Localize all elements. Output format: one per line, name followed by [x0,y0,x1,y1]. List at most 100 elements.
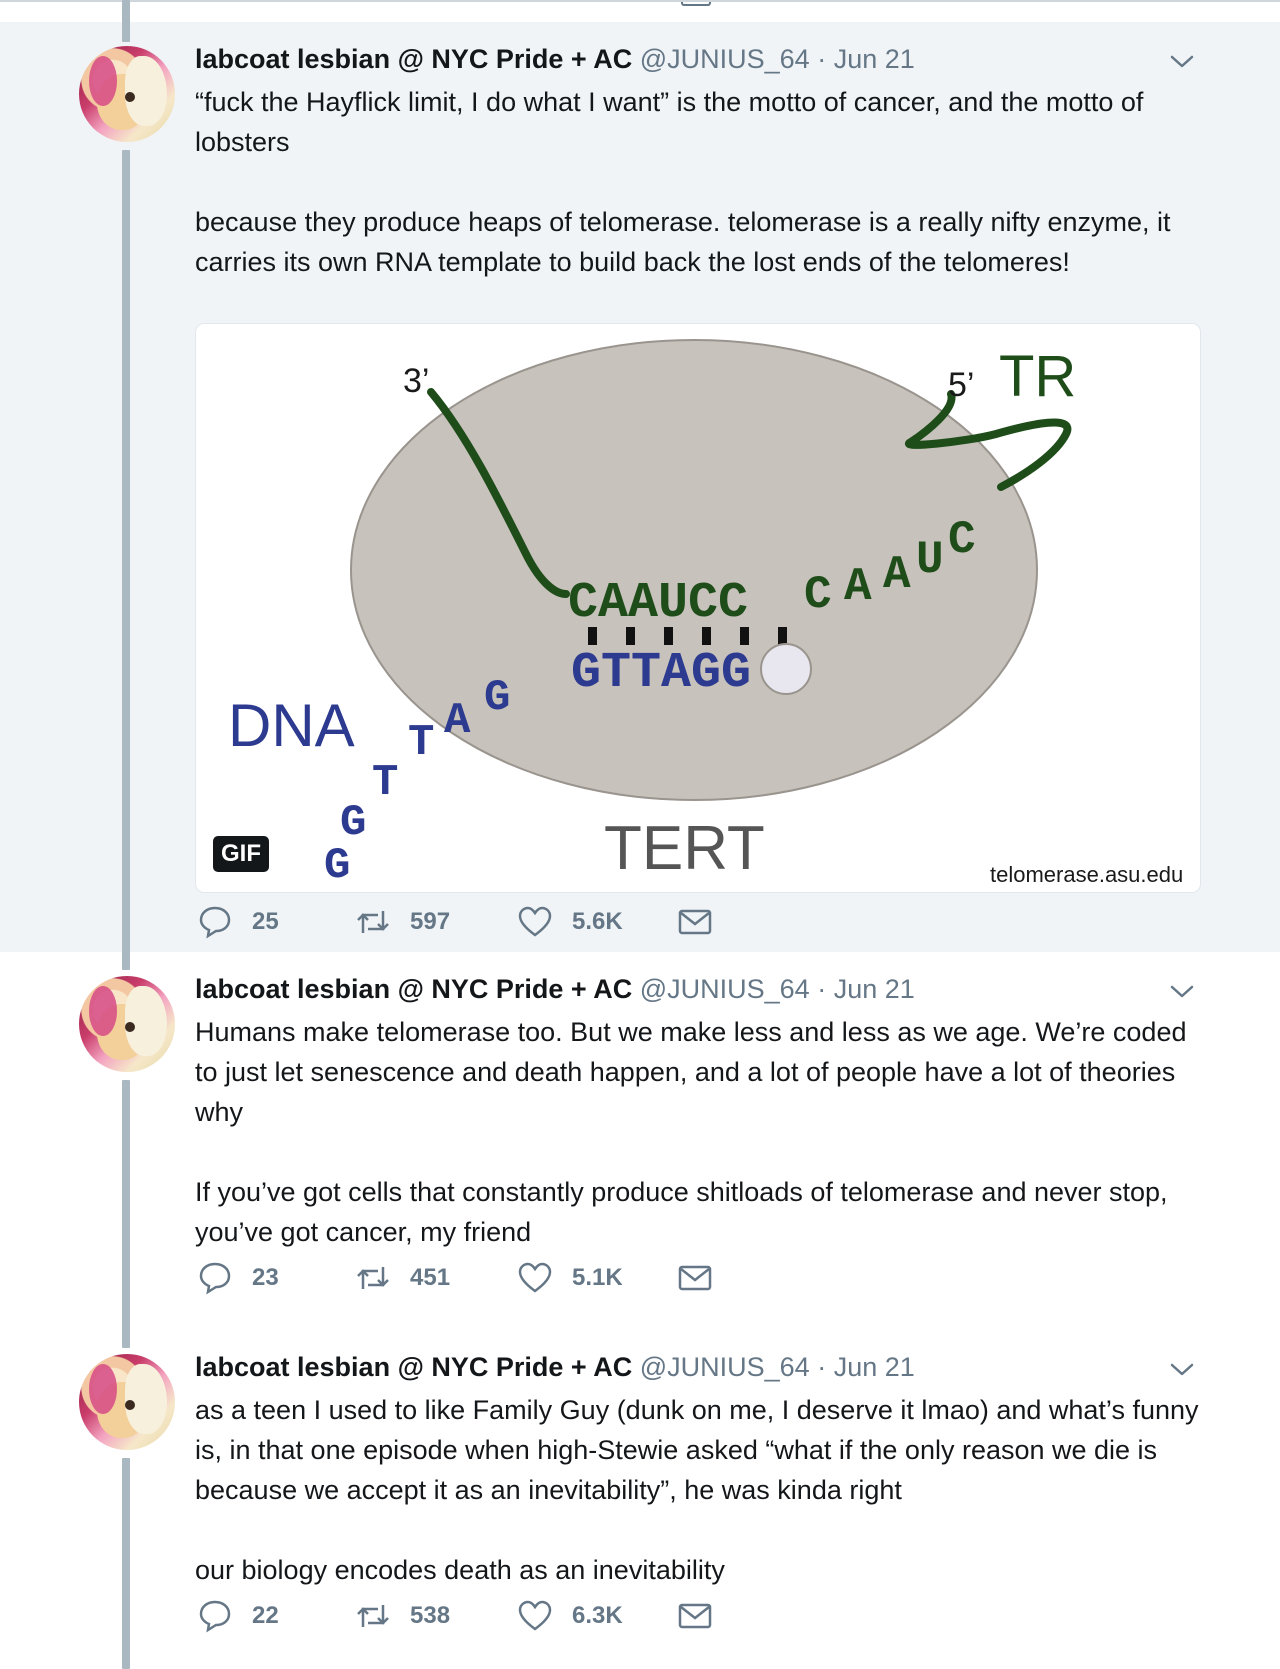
reply-count: 23 [252,1264,279,1291]
avatar[interactable] [79,1354,175,1450]
display-name[interactable]: labcoat lesbian @ NYC Pride + AC [195,44,632,74]
timestamp[interactable]: Jun 21 [834,974,915,1004]
reply-count: 22 [252,1602,279,1629]
rna-tail-letter: C [804,569,832,621]
heart-icon [518,1600,552,1631]
five-prime-label: 5’ [948,366,974,404]
tweet-paragraph: as a teen I used to like Family Guy (dun… [195,1395,1199,1505]
dm-button[interactable] [678,1258,712,1298]
thread-line [122,1080,130,1348]
tweet-actions: 25 597 5.6K [198,902,718,942]
tweet-paragraph: “fuck the Hayflick limit, I do what I wa… [195,87,1144,157]
image-credit: telomerase.asu.edu [990,862,1184,887]
dm-icon-fragment [681,2,711,6]
timestamp[interactable]: Jun 21 [834,44,915,74]
avatar-eye [125,92,135,102]
new-nucleotide-circle [760,643,812,695]
retweet-button[interactable]: 597 [356,902,450,942]
reply-icon [199,906,231,939]
separator-dot: · [817,1352,827,1382]
timestamp[interactable]: Jun 21 [834,1352,915,1382]
heart-icon [518,906,552,937]
tweet-header: labcoat lesbian @ NYC Pride + AC @JUNIUS… [195,44,915,78]
dna-tail-letter: G [484,673,510,723]
tweet-actions: 23 451 5.1K [198,1258,718,1298]
dna-label: DNA [228,692,355,759]
tweet-2[interactable]: labcoat lesbian @ NYC Pride + AC @JUNIUS… [0,952,1280,1330]
tweet-header: labcoat lesbian @ NYC Pride + AC @JUNIUS… [195,974,915,1008]
display-name[interactable]: labcoat lesbian @ NYC Pride + AC [195,974,632,1004]
avatar-hair-white [125,56,167,126]
retweet-button[interactable]: 451 [356,1258,450,1298]
like-button[interactable]: 6.3K [518,1596,623,1636]
dna-tail-letter: G [324,841,350,891]
tweet-3[interactable]: labcoat lesbian @ NYC Pride + AC @JUNIUS… [0,1330,1280,1669]
username[interactable]: @JUNIUS_64 [640,44,810,74]
avatar-hair-white [125,1364,167,1434]
tert-label: TERT [604,814,765,883]
tr-label: TR [999,344,1076,409]
retweet-icon [357,911,389,933]
retweet-button[interactable]: 538 [356,1596,450,1636]
dna-tail-letter: A [444,696,471,746]
separator-dot: · [817,974,827,1004]
gif-badge: GIF [213,836,269,872]
envelope-icon [678,1265,712,1291]
like-count: 5.1K [572,1264,623,1291]
tweet-paragraph: because they produce heaps of telomerase… [195,207,1171,277]
reply-count: 25 [252,908,279,935]
three-prime-label: 3’ [403,362,429,400]
gif-media[interactable]: 3’ 5’ TR CAAUCC C A A U C GTTAGG G G T T… [196,324,1200,892]
reply-button[interactable]: 23 [198,1258,279,1298]
avatar[interactable] [79,976,175,1072]
display-name[interactable]: labcoat lesbian @ NYC Pride + AC [195,1352,632,1382]
tweet-paragraph: If you’ve got cells that constantly prod… [195,1177,1168,1247]
tweet-header: labcoat lesbian @ NYC Pride + AC @JUNIUS… [195,1352,915,1386]
chevron-down-icon[interactable] [1170,50,1194,74]
dna-paired-text: GTTAGG [571,645,751,702]
like-button[interactable]: 5.6K [518,902,623,942]
rna-tail-letter: A [883,549,911,601]
reply-icon [199,1262,231,1295]
rna-tail-letter: C [948,514,976,566]
like-count: 6.3K [572,1602,623,1629]
reply-icon [199,1600,231,1633]
like-button[interactable]: 5.1K [518,1258,623,1298]
thread-line [122,150,130,970]
avatar-hair-pink [89,56,117,106]
tweet-text: “fuck the Hayflick limit, I do what I wa… [195,82,1205,282]
tweet-paragraph: Humans make telomerase too. But we make … [195,1017,1187,1127]
telomerase-diagram: 3’ 5’ TR CAAUCC C A A U C GTTAGG G G T T… [228,339,1076,891]
heart-icon [518,1262,552,1293]
tweet-text: Humans make telomerase too. But we make … [195,1012,1205,1252]
retweet-icon [357,1605,389,1627]
rna-tail-letter: U [916,534,944,586]
chevron-down-icon[interactable] [1170,980,1194,1004]
tweet-actions: 22 538 6.3K [198,1596,718,1636]
chevron-down-icon[interactable] [1170,1358,1194,1382]
thread-line [122,0,130,42]
like-count: 5.6K [572,908,623,935]
retweet-count: 597 [410,908,451,935]
avatar[interactable] [79,46,175,142]
reply-button[interactable]: 25 [198,902,279,942]
retweet-icon [357,1267,389,1289]
username[interactable]: @JUNIUS_64 [640,974,810,1004]
retweet-count: 451 [410,1264,451,1291]
dm-button[interactable] [678,1596,712,1636]
avatar-hair-pink [89,986,117,1036]
rna-template-text: CAAUCC [568,575,748,632]
avatar-hair-white [125,986,167,1056]
previous-tweet-fragment [0,2,1280,22]
reply-button[interactable]: 22 [198,1596,279,1636]
envelope-icon [678,1603,712,1629]
rna-tail-letter: A [844,561,872,613]
avatar-eye [125,1022,135,1032]
tweet-1[interactable]: labcoat lesbian @ NYC Pride + AC @JUNIUS… [0,22,1280,952]
separator-dot: · [817,44,827,74]
username[interactable]: @JUNIUS_64 [640,1352,810,1382]
tweet-paragraph: our biology encodes death as an inevitab… [195,1555,725,1585]
dna-tail-letter: T [372,758,398,808]
dna-tail-letter: G [340,798,366,848]
dm-button[interactable] [678,902,712,942]
